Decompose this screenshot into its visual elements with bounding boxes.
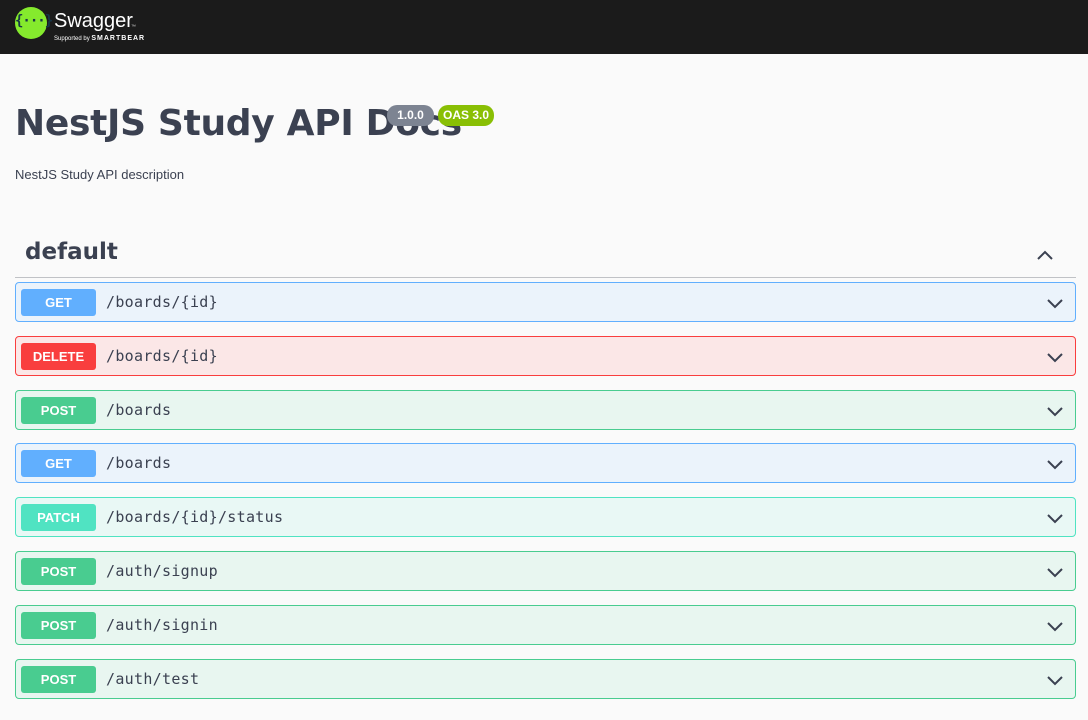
endpoint-path: /boards/{id} [106,293,218,311]
method-badge: POST [21,397,96,424]
operation-row[interactable]: POST/auth/signup [15,551,1076,591]
method-badge: PATCH [21,504,96,531]
method-badge: POST [21,558,96,585]
operation-row[interactable]: PATCH/boards/{id}/status [15,497,1076,537]
endpoint-path: /boards [106,454,172,472]
chevron-down-icon[interactable] [1045,508,1065,528]
endpoint-path: /boards/{id} [106,347,218,365]
api-description: NestJS Study API description [15,167,185,182]
chevron-down-icon[interactable] [1045,562,1065,582]
endpoint-path: /auth/signin [106,616,218,634]
operation-row[interactable]: DELETE/boards/{id} [15,336,1076,376]
chevron-down-icon[interactable] [1045,616,1065,636]
method-badge: GET [21,450,96,477]
operation-row[interactable]: GET/boards/{id} [15,282,1076,322]
tag-name: default [25,239,118,265]
chevron-down-icon[interactable] [1045,293,1065,313]
brand-tagline: Supported by SMARTBEAR [54,35,146,42]
version-badge: 1.0.0 [387,105,434,126]
chevron-down-icon[interactable] [1045,670,1065,690]
swagger-logo[interactable]: {···} Swagger ™ Supported by SMARTBEAR [15,7,145,45]
chevron-down-icon[interactable] [1045,401,1065,421]
chevron-down-icon[interactable] [1045,347,1065,367]
swagger-logo-icon: {···} [15,7,53,39]
method-badge: DELETE [21,343,96,370]
method-badge: GET [21,289,96,316]
chevron-up-icon[interactable] [1034,244,1056,266]
tag-section-header[interactable]: default [15,232,1076,278]
operation-row[interactable]: POST/boards [15,390,1076,430]
operation-row[interactable]: GET/boards [15,443,1076,483]
endpoint-path: /auth/signup [106,562,218,580]
top-bar: {···} Swagger ™ Supported by SMARTBEAR [0,0,1088,54]
trademark: ™ [131,24,136,30]
chevron-down-icon[interactable] [1045,454,1065,474]
endpoint-path: /auth/test [106,670,200,688]
operation-row[interactable]: POST/auth/test [15,659,1076,699]
method-badge: POST [21,666,96,693]
operation-row[interactable]: POST/auth/signin [15,605,1076,645]
oas-badge: OAS 3.0 [438,105,494,126]
api-info: NestJS Study API Docs 1.0.0 OAS 3.0 Nest… [15,100,1075,182]
endpoint-path: /boards [106,401,172,419]
method-badge: POST [21,612,96,639]
endpoint-path: /boards/{id}/status [106,508,284,526]
